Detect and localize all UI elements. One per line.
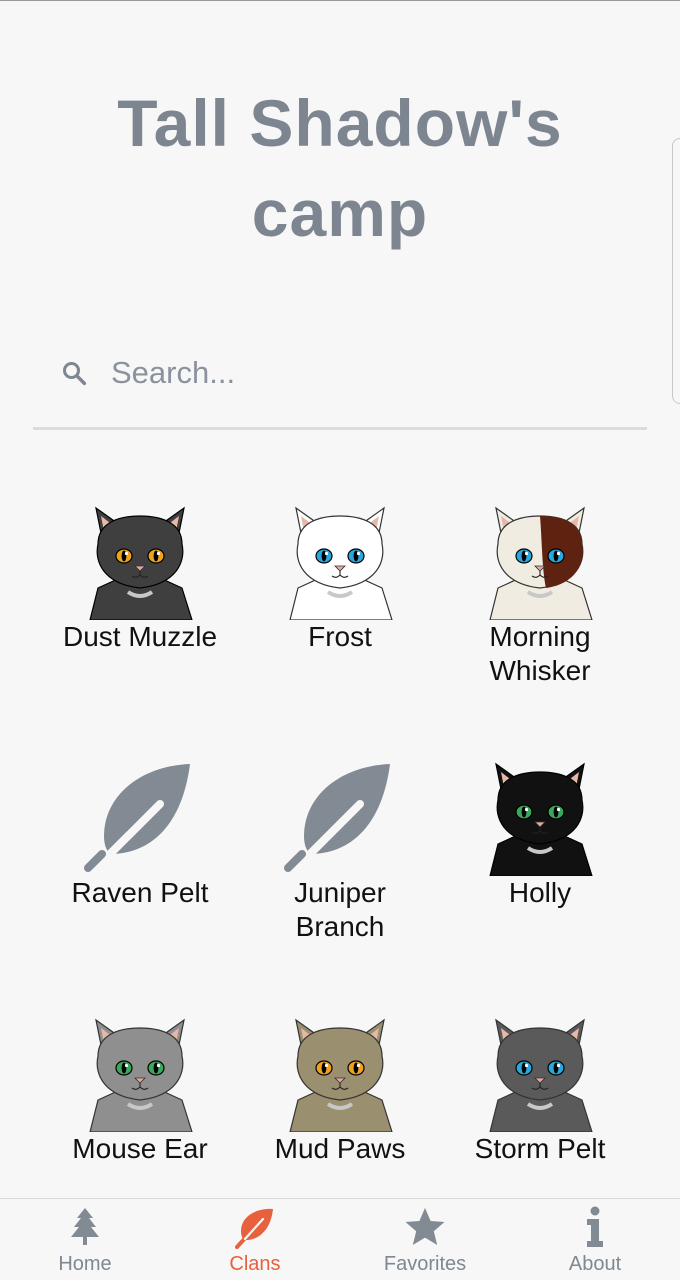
cat-card[interactable]: Storm Pelt — [440, 1012, 640, 1166]
search-icon — [62, 361, 87, 386]
cat-name: Mud Paws — [274, 1133, 406, 1164]
cat-portrait — [89, 506, 193, 620]
nav-label: About — [568, 1253, 622, 1275]
nav-clans[interactable]: Clans — [170, 1199, 340, 1280]
search-input[interactable] — [111, 350, 611, 396]
star-icon — [405, 1208, 445, 1245]
cat-name: Juniper Branch — [294, 877, 386, 942]
cat-portrait — [489, 506, 593, 620]
cat-name: Raven Pelt — [71, 877, 209, 908]
cat-card[interactable]: Holly — [440, 756, 640, 910]
cat-name: Frost — [308, 621, 372, 652]
cat-card[interactable]: Frost — [240, 500, 440, 654]
edge-panel-handle[interactable] — [672, 138, 680, 404]
cat-card[interactable]: Mud Paws — [240, 1012, 440, 1166]
feather-icon — [284, 764, 390, 872]
cat-portrait — [489, 762, 593, 876]
nav-home[interactable]: Home — [0, 1199, 170, 1280]
info-icon — [587, 1206, 603, 1247]
page-title: Tall Shadow's camp — [117, 86, 563, 250]
nav-label: Clans — [229, 1253, 281, 1275]
cat-card[interactable]: Raven Pelt — [40, 756, 240, 910]
top-divider — [0, 0, 680, 1]
tree-icon — [71, 1208, 99, 1245]
search-bar[interactable] — [33, 340, 647, 430]
nav-favorites[interactable]: Favorites — [340, 1199, 510, 1280]
cat-name: Mouse Ear — [72, 1133, 208, 1164]
feather-icon — [84, 764, 190, 872]
nav-about[interactable]: About — [510, 1199, 680, 1280]
cat-card[interactable]: Juniper Branch — [240, 756, 440, 944]
cat-card[interactable]: Morning Whisker — [440, 500, 640, 688]
cat-portrait — [89, 1018, 193, 1132]
cat-portrait — [289, 1018, 393, 1132]
cat-name: Holly — [508, 877, 572, 908]
cat-name: Morning Whisker — [489, 621, 591, 686]
nav-label: Home — [58, 1253, 112, 1275]
cat-portrait — [489, 1018, 593, 1132]
cat-name: Storm Pelt — [474, 1133, 606, 1164]
cat-name: Dust Muzzle — [62, 621, 218, 652]
cat-card[interactable]: Mouse Ear — [40, 1012, 240, 1166]
leaf-icon — [235, 1208, 273, 1249]
nav-label: Favorites — [383, 1253, 467, 1275]
cat-card[interactable]: Dust Muzzle — [40, 500, 240, 654]
cat-portrait — [289, 506, 393, 620]
bottom-navigation: Home Clans Favorites About — [0, 1198, 680, 1280]
